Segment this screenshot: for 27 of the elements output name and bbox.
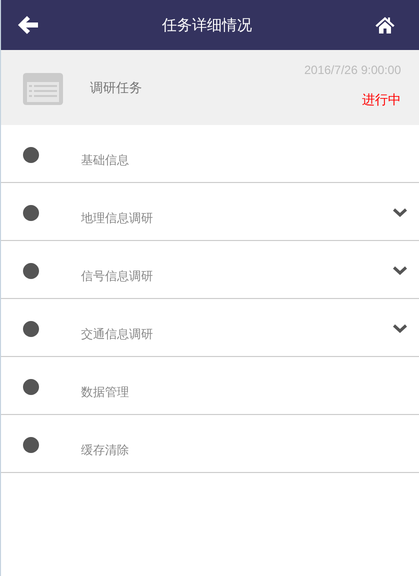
bullet-icon	[23, 263, 39, 279]
bullet-icon	[23, 205, 39, 221]
menu-item[interactable]: 信号信息调研	[1, 241, 419, 299]
chevron-down-icon	[393, 208, 407, 217]
menu-label: 地理信息调研	[81, 210, 153, 227]
menu-label: 缓存清除	[81, 442, 129, 459]
chevron-down-icon	[393, 266, 407, 275]
menu-label: 交通信息调研	[81, 326, 153, 343]
back-icon[interactable]	[17, 15, 39, 35]
task-name: 调研任务	[90, 80, 142, 96]
bullet-icon	[23, 379, 39, 395]
home-icon[interactable]	[375, 16, 395, 34]
menu-item[interactable]: 数据管理	[1, 357, 419, 415]
chevron-down-icon	[393, 324, 407, 333]
bullet-icon	[23, 147, 39, 163]
page-title: 任务详细情况	[162, 16, 252, 34]
bullet-icon	[23, 437, 39, 453]
task-status: 进行中	[362, 92, 401, 109]
menu-item[interactable]: 缓存清除	[1, 415, 419, 473]
bullet-icon	[23, 321, 39, 337]
menu-item[interactable]: 地理信息调研	[1, 183, 419, 241]
menu-item[interactable]: 交通信息调研	[1, 299, 419, 357]
menu-label: 信号信息调研	[81, 268, 153, 285]
menu-item[interactable]: 基础信息	[1, 125, 419, 183]
list-icon	[23, 72, 63, 104]
menu-label: 基础信息	[81, 152, 129, 169]
menu-label: 数据管理	[81, 384, 129, 401]
